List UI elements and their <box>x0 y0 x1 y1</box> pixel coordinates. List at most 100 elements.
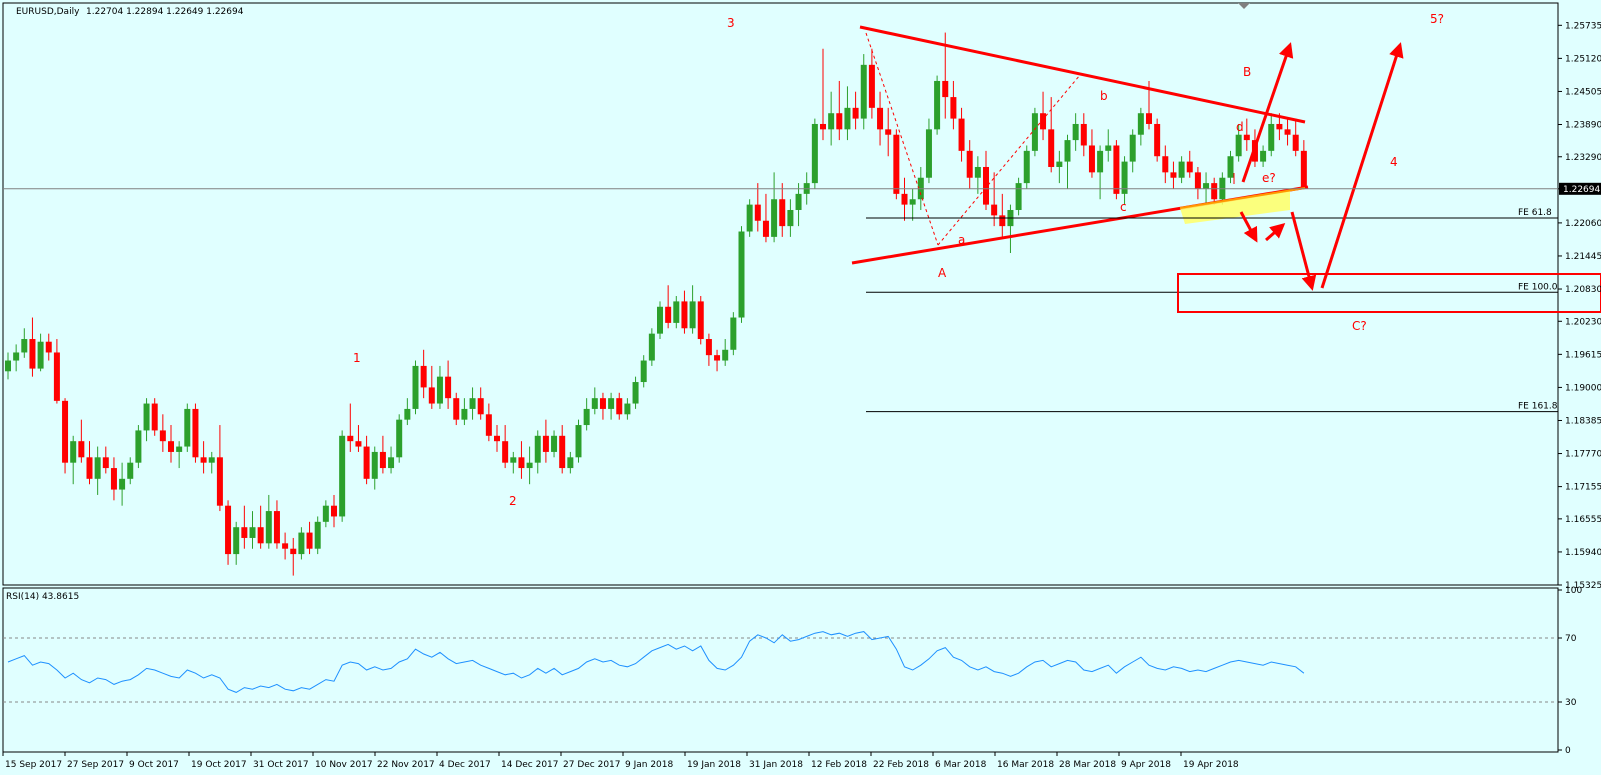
target-zone-box <box>1177 273 1601 313</box>
candle-bull <box>127 462 134 479</box>
candle-bear <box>273 511 280 544</box>
candle-bear <box>1113 145 1120 194</box>
rsi-panel: 100 70 30 0 <box>3 586 1582 756</box>
time-tick-label: 4 Dec 2017 <box>439 760 491 770</box>
candle-bear <box>1170 172 1177 178</box>
candle-bull <box>322 505 329 522</box>
time-tick-label: 28 Mar 2018 <box>1059 760 1116 770</box>
candle-bear <box>485 414 492 436</box>
eurusd-chart[interactable]: FE 61.8FE 100.0FE 161.812345?ABC?abcde? … <box>0 0 1601 775</box>
candle-bear <box>290 548 297 555</box>
candle-bear <box>950 97 957 119</box>
candle-bull <box>934 80 941 130</box>
candle-bull <box>657 306 663 334</box>
wave-label: c <box>1120 200 1127 214</box>
rsi-tick-label: 70 <box>1565 634 1577 644</box>
candle-bear <box>257 527 264 544</box>
time-tick-label: 6 Mar 2018 <box>935 760 987 770</box>
time-tick-label: 10 Nov 2017 <box>315 760 373 770</box>
candle-bull <box>795 193 802 210</box>
candle-bull <box>184 408 191 447</box>
candle-bear <box>347 435 354 442</box>
candle-bull <box>396 419 403 458</box>
candle-bear <box>502 441 509 463</box>
candle-bear <box>168 441 174 452</box>
candle-bull <box>37 341 44 369</box>
candle-bear <box>445 376 452 399</box>
candle-bull <box>526 462 533 469</box>
fib-level-label: FE 100.0 <box>1518 282 1558 292</box>
candle-bull <box>436 376 443 404</box>
candle-bear <box>428 387 435 404</box>
price-axis: 1.25735 1.25120 1.24505 1.23890 1.23290 1.226… <box>3 21 1601 591</box>
candle-bull <box>925 129 932 178</box>
candle-bear <box>1162 156 1169 173</box>
candle-bear <box>282 543 289 549</box>
candle-bear <box>355 441 362 447</box>
candle-bear <box>1284 129 1291 135</box>
time-tick-label: 19 Apr 2018 <box>1183 760 1239 770</box>
candle-bull <box>5 360 11 372</box>
price-tick-label: 1.24505 <box>1565 87 1601 97</box>
candle-bull <box>339 435 346 517</box>
price-tick-label: 1.19000 <box>1565 383 1601 393</box>
candle-bull <box>1227 156 1234 178</box>
wave-c-down-arrow <box>1290 211 1317 291</box>
price-tick-label: 1.20230 <box>1565 317 1601 327</box>
candle-bull <box>70 441 77 463</box>
candle-bull <box>1268 123 1275 151</box>
candle-bull <box>388 457 395 469</box>
time-tick-label: 22 Feb 2018 <box>873 760 929 770</box>
candle-bull <box>1129 134 1136 162</box>
candle-bull <box>1056 161 1063 167</box>
candle-bear <box>78 441 85 458</box>
candle-bear <box>363 446 370 479</box>
wave-label: B <box>1243 65 1251 79</box>
candle-bear <box>559 435 566 469</box>
time-tick-label: 15 Sep 2017 <box>5 760 62 770</box>
wave-label: a <box>958 233 965 247</box>
candle-bear <box>942 80 949 98</box>
candle-bull <box>567 457 574 469</box>
price-tick-label: 1.19615 <box>1565 350 1601 360</box>
candle-bear <box>705 339 712 356</box>
candle-bear <box>102 457 109 469</box>
candle-bull <box>233 527 240 555</box>
candle-bull <box>1137 113 1144 135</box>
time-tick-label: 19 Jan 2018 <box>687 760 741 770</box>
candle-bull <box>787 209 794 227</box>
candle-bear <box>836 113 843 130</box>
candle-bear <box>616 398 623 415</box>
price-tick-label: 1.20830 <box>1565 285 1601 295</box>
candle-bull <box>176 446 183 452</box>
candle-bear <box>754 204 761 221</box>
candle-bear <box>241 527 248 538</box>
candle-bear <box>420 365 427 388</box>
wave-label: e? <box>1262 171 1276 185</box>
candle-bull <box>1097 150 1104 173</box>
candle-bear <box>1146 113 1152 124</box>
wave-label: 4 <box>1390 155 1398 169</box>
time-tick-label: 31 Jan 2018 <box>749 760 803 770</box>
candle-bull <box>1235 134 1242 157</box>
candle-bear <box>762 220 769 237</box>
candle-bear <box>379 451 386 469</box>
chart-shift-marker-icon[interactable] <box>1238 3 1250 9</box>
rsi-header: RSI(14) 43.8615 <box>6 592 79 602</box>
price-tick-label: 1.17770 <box>1565 450 1601 460</box>
candle-bull <box>1015 183 1022 210</box>
candle-bull <box>1178 161 1185 178</box>
candle-bear <box>110 468 117 490</box>
candle-bear <box>820 123 826 130</box>
candle-bull <box>909 199 916 205</box>
time-tick-label: 12 Feb 2018 <box>811 760 867 770</box>
candle-bull <box>314 521 321 549</box>
fib-level-label: FE 161.8 <box>1518 402 1558 412</box>
candle-bear <box>893 134 900 194</box>
candle-bear <box>225 505 232 555</box>
candle-bull <box>208 457 215 463</box>
candle-bull <box>648 333 655 361</box>
candle-bull <box>143 403 150 431</box>
rsi-tick-label: 0 <box>1565 746 1571 756</box>
time-tick-label: 16 Mar 2018 <box>997 760 1054 770</box>
